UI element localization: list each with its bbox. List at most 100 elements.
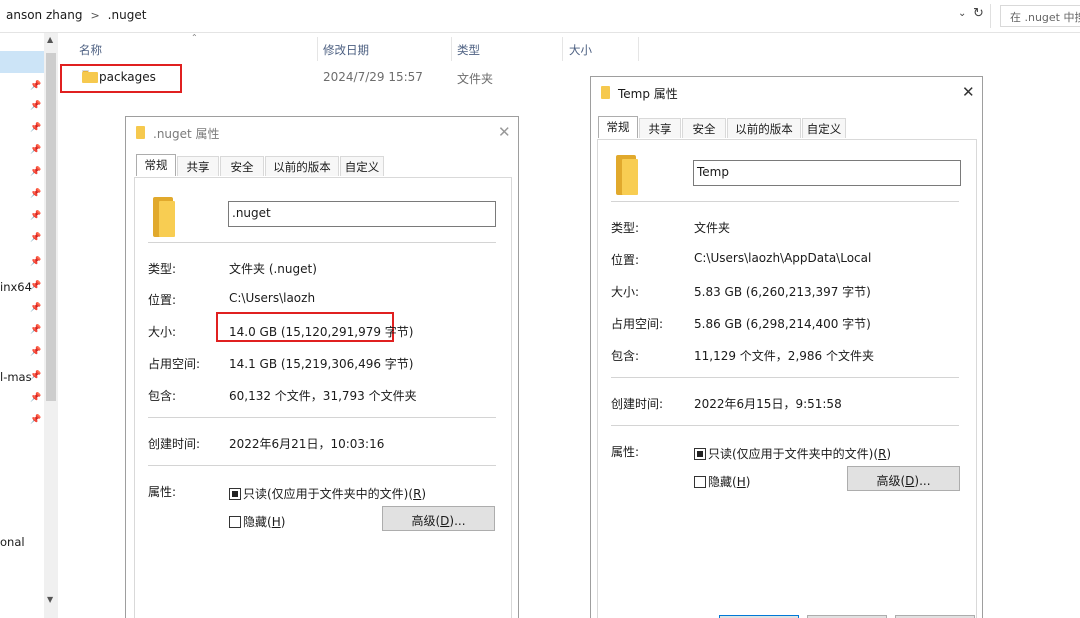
readonly-label: 只读(仅应用于文件夹中的文件) (708, 447, 874, 461)
checkbox-indeterminate-icon (694, 448, 706, 460)
size-on-disk-value: 5.86 GB (6,298,214,400 字节) (694, 317, 871, 331)
temp-properties-dialog: Temp 属性 ✕ 常规 共享 安全 以前的版本 自定义 Temp 类型: 文件… (590, 76, 983, 618)
pin-icon: 📌 (30, 281, 42, 291)
close-icon[interactable]: ✕ (498, 123, 511, 141)
pin-icon: 📌 (30, 303, 42, 313)
refresh-icon[interactable]: ↻ (973, 6, 984, 21)
column-header-size[interactable]: 大小 (569, 42, 592, 58)
readonly-checkbox[interactable]: 只读(仅应用于文件夹中的文件)(R) (694, 445, 891, 462)
created-label: 创建时间: (148, 437, 201, 451)
hidden-checkbox[interactable]: 隐藏(H) (229, 513, 285, 530)
type-value: 文件夹 (694, 221, 731, 235)
file-row-packages[interactable]: packages (60, 64, 182, 93)
pin-icon: 📌 (30, 393, 42, 403)
pin-icon: 📌 (30, 101, 42, 111)
nav-scrollbar[interactable]: ▲ ▼ (44, 33, 58, 618)
scroll-up-icon[interactable]: ▲ (47, 35, 53, 44)
created-value: 2022年6月21日，10:03:16 (229, 437, 385, 451)
divider (148, 417, 496, 418)
pin-icon: 📌 (30, 167, 42, 177)
size-label: 大小: (611, 285, 640, 299)
readonly-checkbox[interactable]: 只读(仅应用于文件夹中的文件)(R) (229, 485, 426, 502)
size-label: 大小: (148, 325, 177, 339)
scroll-down-icon[interactable]: ▼ (47, 595, 53, 604)
hidden-accesskey: H (271, 515, 281, 529)
column-header-modified[interactable]: 修改日期 (323, 42, 369, 58)
readonly-label: 只读(仅应用于文件夹中的文件) (243, 487, 409, 501)
type-value: 文件夹 (.nuget) (229, 262, 317, 276)
general-panel (597, 139, 977, 618)
nav-item-lmas[interactable]: l-mas (0, 370, 32, 384)
navigation-pane: 📌 📌 📌 📌 📌 📌 📌 📌 📌 inx64 📌 📌 📌 📌 l-mas 📌 … (0, 33, 60, 618)
pin-icon: 📌 (30, 211, 42, 221)
tab-general[interactable]: 常规 (136, 154, 176, 176)
tab-general[interactable]: 常规 (598, 116, 638, 138)
breadcrumb: anson zhang > .nuget (6, 8, 146, 22)
dialog-title-bar[interactable]: Temp 属性 ✕ (591, 77, 982, 107)
tab-security[interactable]: 安全 (682, 118, 726, 138)
tab-customize[interactable]: 自定义 (340, 156, 384, 176)
breadcrumb-separator-icon[interactable]: > (90, 9, 99, 22)
dialog-title: .nuget 属性 (153, 127, 220, 141)
breadcrumb-item-user[interactable]: anson zhang (6, 8, 82, 22)
sort-ascending-icon: ⌃ (191, 33, 198, 42)
address-bar: anson zhang > .nuget ⌄ ↻ 在 .nuget 中搜 (0, 0, 1080, 33)
pin-icon: 📌 (30, 123, 42, 133)
hidden-label: 隐藏 (243, 515, 268, 529)
advanced-label: 高级 (876, 474, 901, 488)
dialog-title: Temp 属性 (618, 87, 678, 101)
type-label: 类型: (611, 221, 640, 235)
pin-icon: 📌 (30, 325, 42, 335)
column-header-type[interactable]: 类型 (457, 42, 480, 58)
advanced-button[interactable]: 高级(D)... (382, 506, 495, 531)
screen: anson zhang > .nuget ⌄ ↻ 在 .nuget 中搜 📌 📌 📌… (0, 0, 1080, 618)
scrollbar-thumb[interactable] (46, 53, 56, 401)
tab-previous-versions[interactable]: 以前的版本 (727, 118, 801, 138)
close-icon[interactable]: ✕ (962, 83, 975, 101)
divider (148, 242, 496, 243)
readonly-accesskey: R (878, 447, 887, 461)
tab-security[interactable]: 安全 (220, 156, 264, 176)
pin-icon: 📌 (30, 415, 42, 425)
tab-sharing[interactable]: 共享 (177, 156, 219, 176)
column-divider[interactable] (317, 37, 318, 61)
size-on-disk-value: 14.1 GB (15,219,306,496 字节) (229, 357, 414, 371)
column-divider[interactable] (451, 37, 452, 61)
readonly-accesskey: R (413, 487, 422, 501)
tab-customize[interactable]: 自定义 (802, 118, 846, 138)
nav-item-inx64[interactable]: inx64 (0, 280, 32, 294)
column-header-name[interactable]: 名称 (79, 42, 102, 58)
nav-item-onal[interactable]: onal (0, 535, 25, 549)
tab-sharing[interactable]: 共享 (639, 118, 681, 138)
location-value: C:\Users\laozh\AppData\Local (694, 251, 872, 265)
hidden-checkbox[interactable]: 隐藏(H) (694, 473, 750, 490)
type-label: 类型: (148, 262, 177, 276)
hidden-accesskey: H (736, 475, 746, 489)
size-on-disk-label: 占用空间: (611, 317, 664, 331)
divider (611, 425, 959, 426)
pin-icon: 📌 (30, 233, 42, 243)
search-input[interactable]: 在 .nuget 中搜 (1000, 5, 1080, 27)
contains-value: 11,129 个文件，2,986 个文件夹 (694, 349, 874, 363)
created-value: 2022年6月15日，9:51:58 (694, 397, 842, 411)
file-type: 文件夹 (457, 72, 494, 86)
chevron-down-icon[interactable]: ⌄ (958, 8, 966, 19)
nav-selected-item[interactable] (0, 51, 44, 73)
folder-name-input[interactable]: Temp (693, 160, 961, 186)
pin-icon: 📌 (30, 145, 42, 155)
size-value: 14.0 GB (15,120,291,979 字节) (229, 325, 414, 339)
pin-icon: 📌 (30, 81, 42, 91)
folder-name-input[interactable]: .nuget (228, 201, 496, 227)
dialog-title-bar[interactable]: .nuget 属性 ✕ (126, 117, 518, 147)
breadcrumb-item-nuget[interactable]: .nuget (108, 8, 147, 22)
checkbox-indeterminate-icon (229, 488, 241, 500)
advanced-button[interactable]: 高级(D)... (847, 466, 960, 491)
folder-icon (601, 86, 610, 99)
created-label: 创建时间: (611, 397, 664, 411)
file-name: packages (99, 70, 156, 84)
column-divider[interactable] (638, 37, 639, 61)
checkbox-icon (229, 516, 241, 528)
tab-previous-versions[interactable]: 以前的版本 (265, 156, 339, 176)
column-divider[interactable] (562, 37, 563, 61)
folder-icon (82, 70, 98, 83)
